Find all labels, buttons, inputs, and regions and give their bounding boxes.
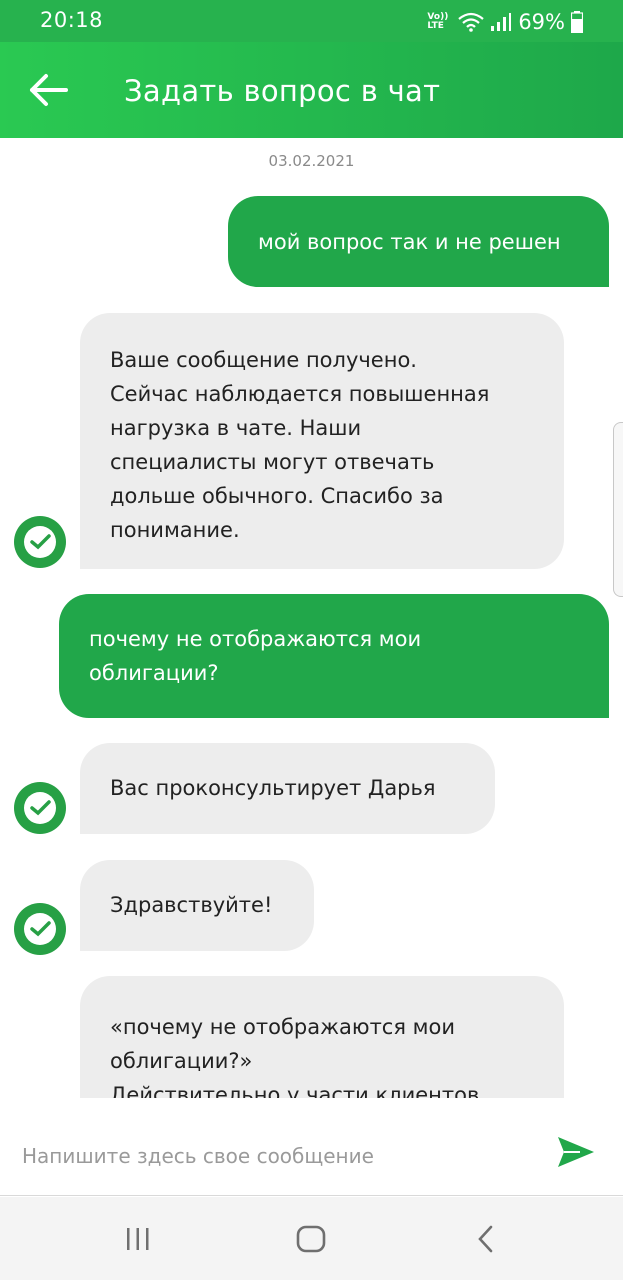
message-incoming[interactable]: Ваше сообщение получено. Сейчас наблюдае…: [80, 313, 564, 569]
chat-area[interactable]: 03.02.2021 мой вопрос так и не решен Ваш…: [0, 138, 623, 1098]
message-text: «почему не отображаются мои облигации?» …: [110, 1015, 480, 1098]
message-outgoing[interactable]: мой вопрос так и не решен: [228, 196, 609, 287]
message-text: Ваше сообщение получено. Сейчас наблюдае…: [110, 348, 490, 542]
signal-icon: [490, 12, 512, 32]
composer: [0, 1098, 623, 1196]
volte-bottom-label: LTE: [427, 21, 444, 31]
message-text: мой вопрос так и не решен: [258, 229, 561, 254]
date-separator: 03.02.2021: [268, 152, 355, 170]
message-text: Здравствуйте!: [110, 893, 273, 917]
message-incoming[interactable]: Вас проконсультирует Дарья: [80, 743, 495, 834]
wifi-icon: [458, 12, 485, 32]
volte-icon: Vo)) LTE: [427, 13, 448, 31]
sber-logo-icon: [14, 903, 66, 955]
message-text: Вас проконсультирует Дарья: [110, 776, 436, 800]
send-button[interactable]: [555, 1132, 597, 1172]
message-input[interactable]: [22, 1138, 522, 1174]
message-outgoing[interactable]: почему не отображаются мои облигации?: [59, 594, 609, 718]
recent-apps-icon: [127, 1228, 149, 1250]
back-icon: [478, 1225, 493, 1253]
message-text: почему не отображаются мои облигации?: [89, 627, 422, 685]
send-icon: [558, 1137, 594, 1167]
back-button[interactable]: [22, 64, 74, 116]
home-icon: [296, 1225, 326, 1253]
battery-icon: [571, 11, 583, 33]
message-incoming[interactable]: Здравствуйте!: [80, 860, 314, 951]
sber-logo-icon: [14, 516, 66, 568]
battery-percent: 69%: [518, 10, 565, 34]
status-bar: 20:18 Vo)) LTE 69%: [0, 0, 623, 42]
status-time: 20:18: [40, 8, 104, 32]
system-nav-bar: [0, 1197, 623, 1280]
status-icons: Vo)) LTE 69%: [427, 8, 583, 36]
arrow-left-icon: [30, 74, 68, 106]
page-title: Задать вопрос в чат: [124, 74, 441, 108]
scroll-indicator[interactable]: [613, 422, 623, 597]
nav-back-button[interactable]: [464, 1217, 508, 1261]
recent-apps-button[interactable]: [116, 1217, 160, 1261]
home-button[interactable]: [289, 1217, 333, 1261]
message-incoming[interactable]: «почему не отображаются мои облигации?» …: [80, 976, 564, 1098]
app-bar: Задать вопрос в чат: [0, 42, 623, 138]
sber-logo-icon: [14, 782, 66, 834]
